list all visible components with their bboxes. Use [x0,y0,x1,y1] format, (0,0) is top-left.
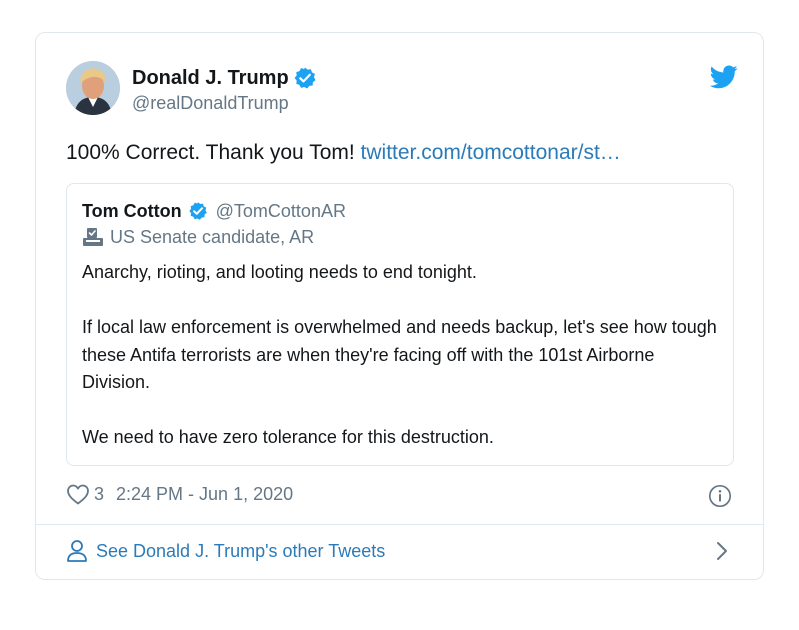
person-icon [66,539,88,563]
tweet-timestamp[interactable]: 2:24 PM - Jun 1, 2020 [116,484,293,505]
footer-divider [36,524,763,525]
embedded-tweet-card: Donald J. Trump @realDonaldTrump 100% Co… [35,32,764,580]
tweet-header: Donald J. Trump @realDonaldTrump [66,61,738,119]
verified-badge-icon [188,201,208,221]
verified-badge-icon [293,66,317,90]
author-avatar[interactable] [66,61,120,115]
quoted-paragraph: Anarchy, rioting, and looting needs to e… [82,262,477,282]
ballot-box-icon [82,227,104,247]
author-handle[interactable]: @realDonaldTrump [132,91,317,115]
quoted-paragraph: If local law enforcement is overwhelmed … [82,317,717,392]
quoted-author-label: US Senate candidate, AR [82,226,314,248]
like-count[interactable]: 3 [94,484,104,505]
quoted-paragraph: We need to have zero tolerance for this … [82,427,494,447]
chevron-right-icon[interactable] [715,540,729,562]
author-names: Donald J. Trump @realDonaldTrump [132,66,317,115]
tweet-meta: 3 2:24 PM - Jun 1, 2020 [66,483,293,505]
quoted-tweet-body: Anarchy, rioting, and looting needs to e… [82,259,722,452]
tweet-link[interactable]: twitter.com/tomcottonar/st… [361,141,621,164]
heart-icon[interactable] [66,483,90,505]
other-tweets-link[interactable]: See Donald J. Trump's other Tweets [66,539,385,563]
tweet-text: 100% Correct. Thank you Tom! twitter.com… [66,139,621,167]
quoted-author-handle: @TomCottonAR [215,201,346,221]
author-display-name[interactable]: Donald J. Trump [132,66,289,90]
quoted-tweet[interactable]: Tom Cotton @TomCottonAR US Senate candid… [66,183,734,466]
quoted-tweet-header: Tom Cotton @TomCottonAR [82,200,346,222]
twitter-bird-icon[interactable] [709,65,738,89]
quoted-author-name: Tom Cotton [82,201,182,221]
tweet-body: 100% Correct. Thank you Tom! [66,141,355,164]
quoted-author-label-text: US Senate candidate, AR [110,227,315,247]
other-tweets-label[interactable]: See Donald J. Trump's other Tweets [96,541,385,562]
info-icon[interactable] [708,484,732,508]
